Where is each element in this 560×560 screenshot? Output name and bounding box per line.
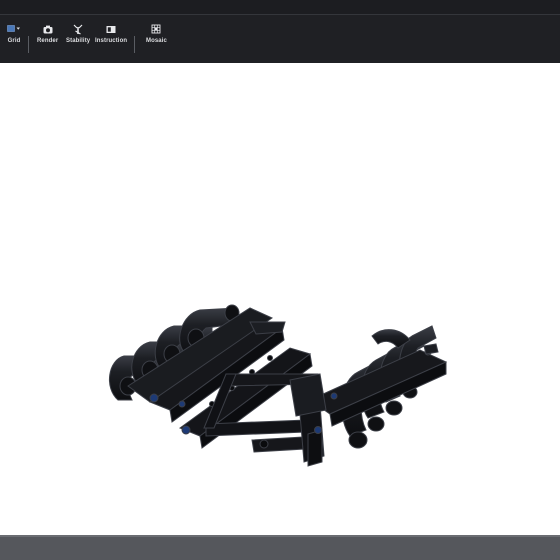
stability-button[interactable]: Stability [66, 22, 90, 44]
technic-model [109, 304, 448, 467]
right-beam-assembly [289, 343, 448, 467]
grid-button[interactable]: Grid [7, 22, 21, 44]
instruction-button[interactable]: Instruction [95, 22, 127, 44]
toolbar: Grid Render Stability Instruction Mosaic [0, 15, 560, 63]
instruction-icon [106, 22, 116, 36]
status-bar-highlight [0, 535, 560, 537]
toolbar-separator [28, 36, 29, 53]
3d-viewport[interactable] [0, 63, 560, 535]
mosaic-label: Mosaic [146, 38, 167, 44]
window-top-strip [0, 0, 560, 15]
model-render [109, 304, 448, 467]
mosaic-icon [151, 22, 161, 36]
stability-label: Stability [66, 38, 91, 44]
status-bar [0, 535, 560, 560]
stability-icon [73, 22, 83, 36]
grid-icon [7, 22, 21, 36]
render-button[interactable]: Render [37, 22, 58, 44]
render-label: Render [37, 38, 59, 44]
toolbar-separator [134, 36, 135, 53]
mosaic-button[interactable]: Mosaic [146, 22, 167, 44]
camera-icon [43, 22, 53, 36]
instruction-label: Instruction [95, 38, 128, 44]
grid-label: Grid [7, 38, 21, 44]
